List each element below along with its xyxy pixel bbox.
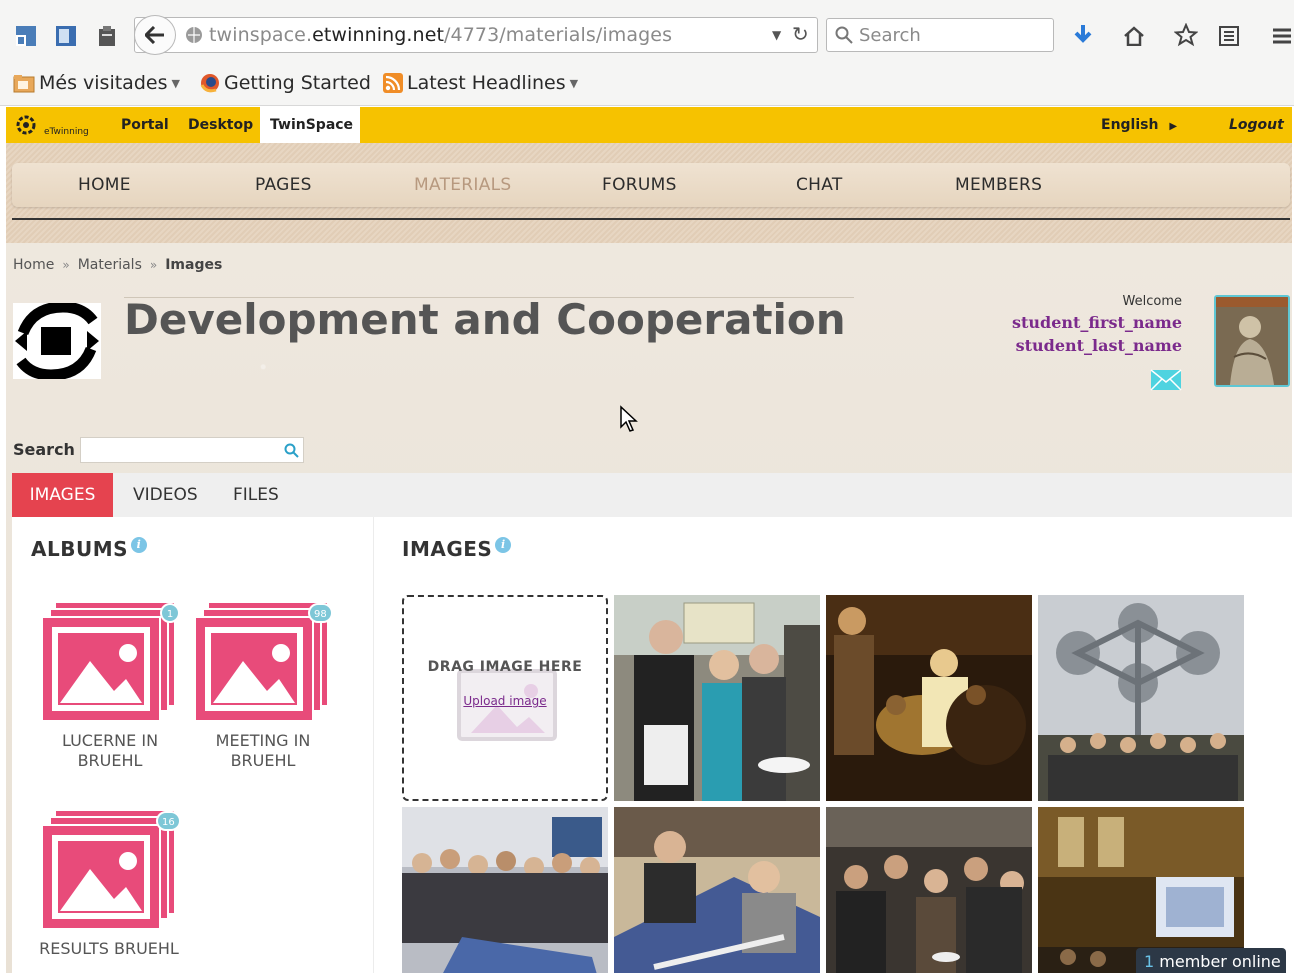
photo-classroom-group [402,807,608,973]
downloads-icon[interactable] [1071,23,1095,47]
topnav-desktop[interactable]: Desktop [178,107,263,143]
topnav-twinspace[interactable]: TwinSpace [260,107,360,143]
home-icon[interactable] [1122,24,1146,48]
url-dropdown-icon[interactable]: ▼ [772,28,781,42]
breadcrumb-home[interactable]: Home [13,257,54,273]
search-icon [835,26,853,44]
bookmark-star-icon[interactable] [1174,23,1198,47]
nav-pages[interactable]: PAGES [255,175,312,195]
welcome-text: Welcome [1122,294,1182,309]
folder-icon [13,75,35,93]
page-title: Development and Cooperation [124,295,846,344]
breadcrumb-images: Images [165,257,223,273]
bookmark-latest-headlines[interactable]: Latest Headlines ▼ [383,72,578,94]
bookmark-manager-icon[interactable] [14,24,38,48]
bookmark-most-visited[interactable]: Més visitades ▼ [13,72,180,94]
topnav-portal[interactable]: Portal [111,107,179,143]
language-selector[interactable]: English ▶ [1091,107,1187,143]
project-logo [13,301,101,381]
album-count-badge: 98 [308,603,333,623]
breadcrumb: Home» Materials» Images [13,257,223,273]
image-thumbnail[interactable] [614,595,820,801]
nav-chat[interactable]: CHAT [796,175,843,195]
search-icon[interactable] [284,443,299,458]
album-lucerne[interactable]: 1 LUCERNE IN BRUEHL [42,601,182,771]
nav-home[interactable]: HOME [78,175,131,195]
etwinning-logo[interactable]: eTwinning [12,113,89,137]
chevron-down-icon: ▼ [569,76,579,90]
clipboard-icon[interactable] [95,24,119,48]
breadcrumb-materials[interactable]: Materials [78,257,142,273]
reading-list-icon[interactable] [1217,24,1241,48]
rss-icon [383,73,403,93]
images-heading: IMAGES i [402,537,512,561]
album-icon [42,603,174,722]
site-identity-icon[interactable] [185,26,203,48]
info-icon[interactable]: i [131,537,148,553]
tab-images[interactable]: IMAGES [12,473,113,517]
reload-icon[interactable]: ↻ [792,22,809,46]
materials-content: ALBUMS i 1 LUCERNE IN BRUEHL 98 MEETING … [12,517,1292,973]
photo-hall-party [826,807,1032,973]
image-thumbnail[interactable] [1038,595,1244,801]
members-online-badge[interactable]: 1 member online [1136,948,1286,973]
album-icon [42,811,174,930]
avatar[interactable] [1214,295,1290,387]
main-nav-band: HOME PAGES MATERIALS FORUMS CHAT MEMBERS [6,143,1292,243]
url-text[interactable]: twinspace.etwinning.net/4773/materials/i… [209,24,672,46]
image-thumbnail[interactable] [826,595,1032,801]
album-count-badge: 16 [156,811,181,831]
back-button[interactable] [134,15,176,55]
browser-chrome: twinspace.etwinning.net/4773/materials/i… [0,0,1294,106]
info-icon[interactable]: i [495,537,512,553]
material-tabs: IMAGES VIDEOS FILES [12,473,1292,517]
album-label: MEETING IN BRUEHL [215,731,311,770]
photo-atomium-group [1038,595,1244,801]
images-panel: IMAGES i DRAG IMAGE HERE Upload image [374,517,1292,973]
nav-divider [12,218,1290,220]
chevron-down-icon: ▼ [171,76,180,90]
upload-image-link[interactable]: Upload image [404,694,606,708]
photo-dark-party [826,595,1032,801]
user-first-name[interactable]: student_first_name [1012,313,1182,332]
album-count-badge: 1 [160,603,180,623]
main-nav: HOME PAGES MATERIALS FORUMS CHAT MEMBERS [12,163,1290,207]
tab-videos[interactable]: VIDEOS [113,473,218,517]
menu-icon[interactable] [1270,24,1294,48]
nav-materials[interactable]: MATERIALS [414,175,512,195]
album-results[interactable]: 16 RESULTS BRUEHL [39,809,182,959]
tab-files[interactable]: FILES [213,473,299,517]
album-label: RESULTS BRUEHL [39,939,179,958]
image-dropzone[interactable]: DRAG IMAGE HERE Upload image [402,595,608,801]
user-last-name[interactable]: student_last_name [1016,336,1182,355]
caret-right-icon: ▶ [1169,121,1178,132]
nav-forums[interactable]: FORUMS [602,175,677,195]
sidebar-icon[interactable] [54,24,78,48]
photo-students-crafting [614,807,820,973]
drop-title: DRAG IMAGE HERE [427,659,583,675]
nav-members[interactable]: MEMBERS [955,175,1042,195]
top-bar: eTwinning Portal Desktop TwinSpace Engli… [6,107,1292,143]
image-thumbnail[interactable] [826,807,1032,973]
photo-students-kitchen [614,595,820,801]
back-arrow-icon [145,26,164,44]
album-meeting[interactable]: 98 MEETING IN BRUEHL [195,601,335,771]
etwinning-logo-icon [16,115,36,135]
albums-heading: ALBUMS i [31,537,148,561]
image-thumbnail[interactable] [614,807,820,973]
mail-icon[interactable] [1150,369,1182,395]
mouse-cursor-icon [619,405,639,437]
firefox-icon [200,74,219,93]
page: eTwinning Portal Desktop TwinSpace Engli… [6,107,1292,973]
logout-link[interactable]: Logout [1219,107,1292,143]
bookmark-getting-started[interactable]: Getting Started [200,72,371,94]
search-label: Search [13,440,75,459]
album-label: LUCERNE IN BRUEHL [61,731,159,770]
image-thumbnail[interactable] [402,807,608,973]
search-input[interactable] [80,437,304,463]
browser-search-input[interactable]: Search [826,18,1054,52]
albums-panel: ALBUMS i 1 LUCERNE IN BRUEHL 98 MEETING … [12,517,374,973]
